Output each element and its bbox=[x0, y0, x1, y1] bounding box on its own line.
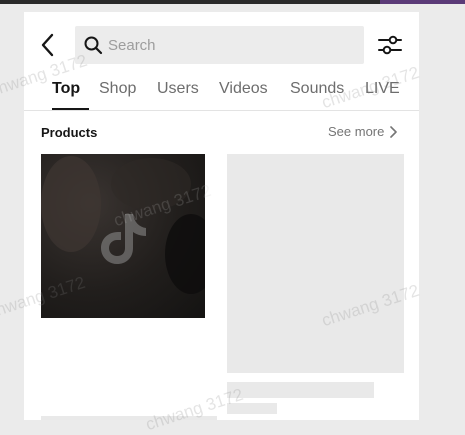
filter-button[interactable] bbox=[377, 34, 403, 56]
tab-sounds[interactable]: Sounds bbox=[290, 78, 344, 110]
sliders-icon bbox=[378, 35, 402, 55]
back-button[interactable] bbox=[38, 32, 58, 58]
skeleton-line bbox=[41, 416, 217, 420]
tab-videos[interactable]: Videos bbox=[219, 78, 268, 110]
tabs-divider bbox=[24, 110, 419, 111]
tab-users[interactable]: Users bbox=[157, 78, 199, 110]
skeleton-line bbox=[227, 403, 277, 414]
tab-shop[interactable]: Shop bbox=[99, 78, 136, 110]
chevron-left-icon bbox=[41, 33, 54, 57]
tab-live[interactable]: LIVE bbox=[365, 78, 400, 110]
products-heading: Products bbox=[41, 125, 98, 140]
see-more-label: See more bbox=[328, 124, 385, 139]
search-bar[interactable] bbox=[75, 26, 364, 64]
tiktok-logo bbox=[101, 214, 146, 264]
product-card[interactable] bbox=[41, 154, 205, 318]
search-icon bbox=[84, 36, 103, 55]
search-input[interactable] bbox=[108, 30, 338, 60]
product-card-placeholder bbox=[227, 154, 404, 373]
skeleton-line bbox=[227, 382, 374, 398]
search-tabs: Top Shop Users Videos Sounds LIVE bbox=[40, 78, 419, 110]
tab-top[interactable]: Top bbox=[52, 78, 80, 110]
search-results-panel: Top Shop Users Videos Sounds LIVE Produc… bbox=[24, 12, 419, 420]
see-more-link[interactable]: See more bbox=[328, 124, 398, 139]
window-top-accent bbox=[380, 0, 465, 4]
chevron-right-icon bbox=[390, 125, 398, 138]
